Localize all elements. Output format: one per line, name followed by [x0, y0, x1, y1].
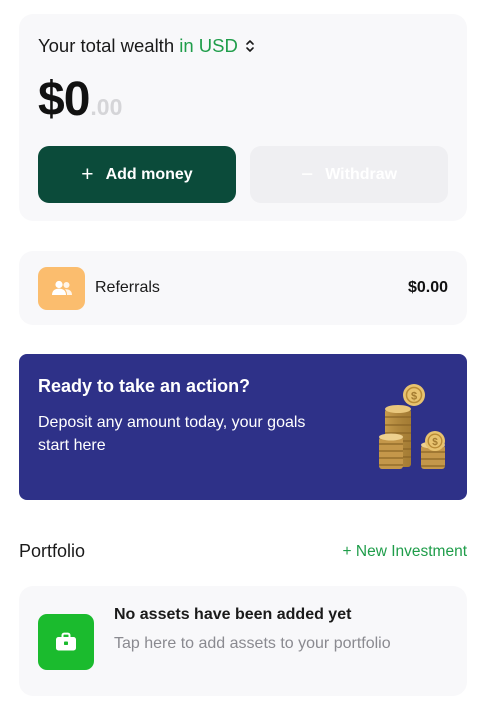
currency-selector[interactable]: in USD — [179, 35, 255, 56]
add-money-button[interactable]: + Add money — [38, 146, 236, 203]
promo-text: Deposit any amount today, your goals sta… — [38, 414, 306, 454]
chevron-up-down-icon — [245, 36, 255, 58]
withdraw-label: Withdraw — [325, 165, 398, 183]
svg-text:$: $ — [432, 437, 438, 448]
balance-cents: .00 — [90, 94, 123, 120]
briefcase-icon — [38, 614, 94, 670]
referrals-label: Referrals — [95, 279, 160, 296]
promo-banner[interactable]: Ready to take an action? Deposit any amo… — [19, 354, 467, 500]
empty-assets-title: No assets have been added yet — [114, 606, 352, 623]
wealth-title: Your total wealth in USD — [38, 35, 255, 58]
balance-main: $0 — [38, 73, 90, 126]
add-money-label: Add money — [105, 165, 193, 183]
svg-text:$: $ — [411, 391, 417, 403]
minus-icon: − — [300, 163, 314, 186]
empty-assets-subtitle: Tap here to add assets to your portfolio — [114, 635, 391, 652]
withdraw-button[interactable]: − Withdraw — [250, 146, 448, 203]
wealth-card: Your total wealth in USD $0.00 + Add mon… — [19, 14, 467, 221]
portfolio-title: Portfolio — [19, 541, 86, 561]
promo-title: Ready to take an action? — [38, 376, 251, 396]
new-investment-link[interactable]: + New Investment — [343, 543, 467, 561]
plus-icon: + — [81, 163, 94, 186]
balance: $0.00 — [38, 72, 122, 127]
coin-stack-icon: $ $ — [355, 381, 455, 478]
referrals-card[interactable]: Referrals $0.00 — [19, 251, 467, 325]
currency-label: in USD — [179, 35, 238, 56]
wealth-title-text: Your total wealth — [38, 35, 175, 56]
users-icon — [38, 266, 85, 310]
referrals-amount: $0.00 — [407, 279, 448, 296]
empty-assets-card[interactable]: No assets have been added yet Tap here t… — [19, 586, 467, 696]
